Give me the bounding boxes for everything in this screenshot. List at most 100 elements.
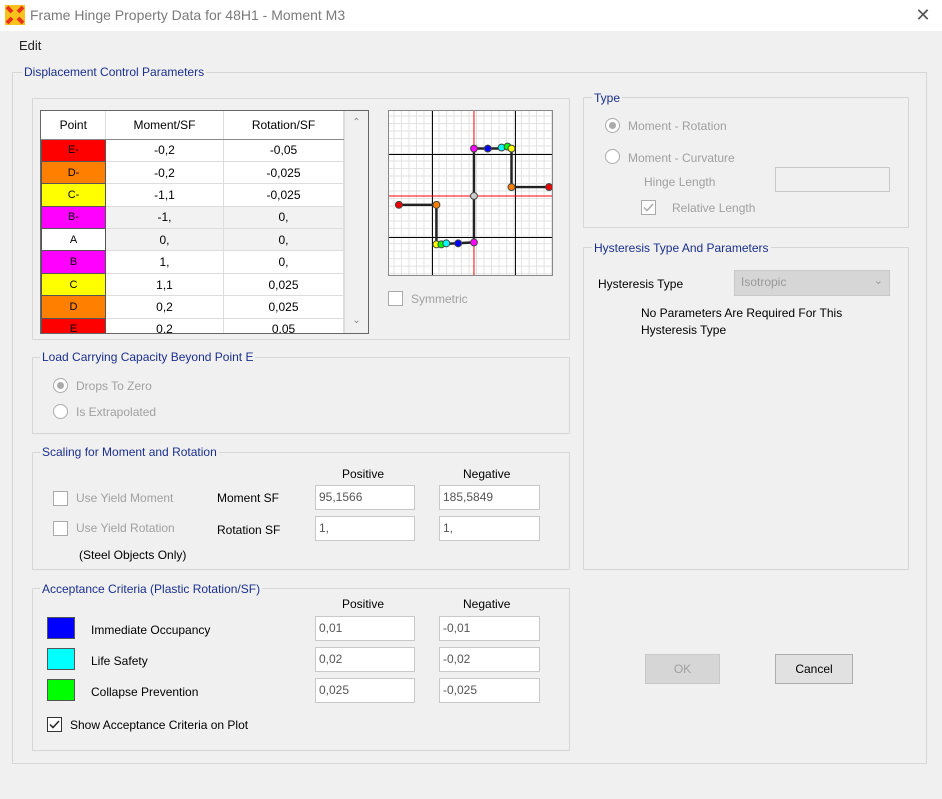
moment-cell[interactable]: -0,2 <box>105 139 224 162</box>
ls-negative-input[interactable]: -0,02 <box>439 647 540 672</box>
moment-cell[interactable]: 1,1 <box>105 273 224 297</box>
hysteresis-type-value: Isotropic <box>741 275 787 289</box>
col-header-point[interactable]: Point <box>41 111 106 140</box>
point-cell[interactable]: C <box>41 272 106 297</box>
point-a <box>470 192 478 200</box>
cp-label: Collapse Prevention <box>91 685 199 699</box>
moment-sf-negative-input[interactable]: 185,5849 <box>439 485 540 510</box>
load-capacity-label: Load Carrying Capacity Beyond Point E <box>40 350 256 364</box>
table-row[interactable]: C- -1,1 -0,025 <box>41 183 344 207</box>
rotation-cell[interactable]: 0, <box>223 228 344 252</box>
table-row[interactable]: B- -1, 0, <box>41 205 344 230</box>
show-acceptance-checkbox[interactable] <box>47 717 62 732</box>
checkmark-icon <box>49 720 60 729</box>
table-row[interactable]: A 0, 0, <box>41 228 344 252</box>
ls-positive-input[interactable]: 0,02 <box>315 647 415 672</box>
close-icon[interactable]: ✕ <box>912 4 934 26</box>
io-negative-input[interactable]: -0,01 <box>439 616 540 641</box>
relative-length-checkbox[interactable] <box>641 200 656 215</box>
points-table-grid: Point Moment/SF Rotation/SF E- -0,2 -0,05 D… <box>41 111 344 333</box>
cp-negative-input[interactable]: -0,025 <box>439 678 540 703</box>
steel-only-note: (Steel Objects Only) <box>79 548 187 562</box>
menu-bar <box>0 31 942 59</box>
rotation-cell[interactable]: -0,025 <box>223 161 344 185</box>
rotation-sf-negative-input[interactable]: 1, <box>439 516 540 541</box>
rotation-cell[interactable]: 0,025 <box>223 273 344 297</box>
moment-rotation-radio[interactable] <box>605 118 620 133</box>
hysteresis-note: No Parameters Are Required For This Hyst… <box>641 306 843 337</box>
load-capacity-group <box>32 357 570 434</box>
col-header-rotation[interactable]: Rotation/SF <box>223 111 344 140</box>
checkmark-icon <box>643 203 654 212</box>
point-cell[interactable]: E- <box>41 138 106 162</box>
point-e <box>545 183 552 192</box>
rotation-cell[interactable]: 0, <box>223 250 344 274</box>
ls-label: Life Safety <box>91 654 148 668</box>
show-acceptance-label: Show Acceptance Criteria on Plot <box>70 718 249 732</box>
table-scrollbar[interactable]: ⌃ ⌄ <box>344 111 368 333</box>
drops-to-zero-radio[interactable] <box>53 378 68 393</box>
table-row[interactable]: E 0,2 0,05 <box>41 317 344 333</box>
moment-curvature-radio[interactable] <box>605 149 620 164</box>
ac-io-neg <box>454 239 463 248</box>
chevron-down-icon: ⌄ <box>873 275 883 287</box>
rotation-cell[interactable]: 0, <box>223 206 344 230</box>
rotation-cell[interactable]: -0,05 <box>223 139 344 162</box>
point-cell[interactable]: B <box>41 250 106 274</box>
io-color-swatch[interactable] <box>47 617 75 639</box>
scroll-down-icon[interactable]: ⌄ <box>345 311 368 331</box>
points-table[interactable]: Point Moment/SF Rotation/SF E- -0,2 -0,05 D… <box>40 110 369 334</box>
hinge-length-label: Hinge Length <box>644 175 716 189</box>
io-positive-input[interactable]: 0,01 <box>315 616 415 641</box>
moment-cell[interactable]: -1,1 <box>105 183 224 207</box>
table-row[interactable]: D- -0,2 -0,025 <box>41 160 344 185</box>
point-d-neg <box>432 200 441 209</box>
moment-sf-positive-input[interactable]: 95,1566 <box>315 485 415 510</box>
ok-button[interactable]: OK <box>645 654 720 684</box>
cancel-button[interactable]: Cancel <box>775 654 853 684</box>
rotation-cell[interactable]: 0,05 <box>223 318 344 333</box>
col-header-moment[interactable]: Moment/SF <box>105 111 224 140</box>
cp-color-swatch[interactable] <box>47 679 75 701</box>
io-label: Immediate Occupancy <box>91 623 211 637</box>
moment-cell[interactable]: 1, <box>105 250 224 274</box>
point-cell[interactable]: D <box>41 295 106 319</box>
scroll-up-icon[interactable]: ⌃ <box>345 113 368 133</box>
point-cell[interactable]: C- <box>41 183 106 207</box>
hysteresis-type-select[interactable]: Isotropic ⌄ <box>734 270 890 296</box>
point-cell[interactable]: D- <box>41 160 106 185</box>
moment-cell[interactable]: 0,2 <box>105 318 224 333</box>
rotation-cell[interactable]: 0,025 <box>223 295 344 319</box>
moment-rotation-label: Moment - Rotation <box>628 119 727 133</box>
rotation-sf-positive-input[interactable]: 1, <box>315 516 415 541</box>
table-row[interactable]: B 1, 0, <box>41 250 344 274</box>
relative-length-label: Relative Length <box>672 201 756 215</box>
scaling-positive-header: Positive <box>342 467 385 481</box>
point-cell[interactable]: B- <box>41 205 106 230</box>
table-row[interactable]: E- -0,2 -0,05 <box>41 138 344 162</box>
menu-edit[interactable]: Edit <box>19 38 41 53</box>
table-row[interactable]: C 1,1 0,025 <box>41 272 344 297</box>
drops-to-zero-label: Drops To Zero <box>76 379 152 393</box>
point-cell[interactable]: A <box>41 228 106 252</box>
moment-cell[interactable]: 0, <box>105 228 224 252</box>
cp-positive-input[interactable]: 0,025 <box>315 678 415 703</box>
scaling-label: Scaling for Moment and Rotation <box>40 445 219 459</box>
use-yield-moment-checkbox[interactable] <box>53 491 68 506</box>
ac-ls-neg <box>442 239 451 248</box>
table-row[interactable]: D 0,2 0,025 <box>41 295 344 319</box>
hysteresis-type-label: Hysteresis Type <box>598 277 684 291</box>
moment-cell[interactable]: -0,2 <box>105 161 224 185</box>
hinge-length-input[interactable] <box>775 167 890 192</box>
moment-sf-label: Moment SF <box>217 491 280 505</box>
symmetric-checkbox[interactable] <box>388 291 403 306</box>
is-extrapolated-radio[interactable] <box>53 404 68 419</box>
rotation-cell[interactable]: -0,025 <box>223 183 344 207</box>
acceptance-negative-header: Negative <box>463 597 511 611</box>
point-cell[interactable]: E <box>41 317 106 333</box>
symmetric-label: Symmetric <box>411 292 468 306</box>
moment-cell[interactable]: 0,2 <box>105 295 224 319</box>
moment-cell[interactable]: -1, <box>105 206 224 230</box>
ls-color-swatch[interactable] <box>47 648 75 670</box>
use-yield-rotation-checkbox[interactable] <box>53 521 68 536</box>
